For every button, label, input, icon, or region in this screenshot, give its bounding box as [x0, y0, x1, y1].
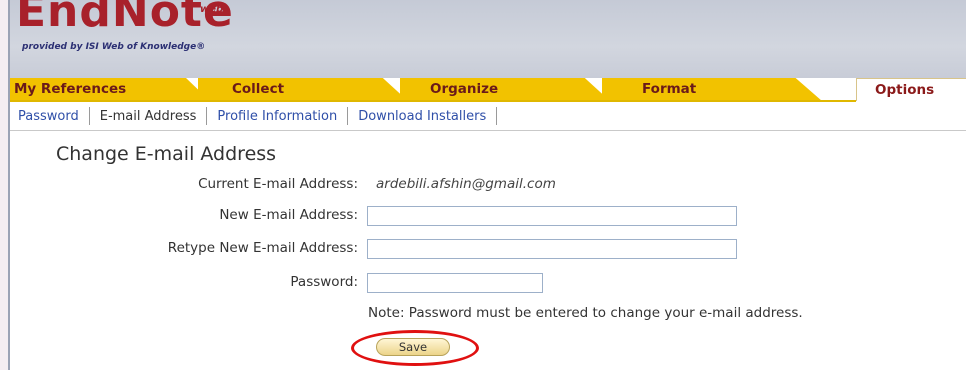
subnav-divider	[206, 107, 208, 125]
header-banner: EndNote web provided by ISI Web of Knowl…	[10, 0, 966, 78]
password-input[interactable]	[367, 273, 543, 293]
subnav-divider	[347, 107, 349, 125]
new-email-label: New E-mail Address:	[219, 207, 358, 223]
new-email-input[interactable]	[367, 206, 737, 226]
options-subnav: Password E-mail Address Profile Informat…	[18, 104, 507, 128]
subnav-email-address[interactable]: E-mail Address	[100, 109, 197, 124]
tab-my-references[interactable]: My References	[10, 78, 210, 101]
logo-tagline: provided by ISI Web of Knowledge®	[22, 42, 206, 52]
subnav-profile-information[interactable]: Profile Information	[217, 109, 337, 124]
tab-collect[interactable]: Collect	[198, 78, 408, 101]
password-label: Password:	[290, 274, 358, 290]
current-email-label: Current E-mail Address:	[198, 176, 358, 192]
logo-superscript: web	[200, 4, 224, 15]
password-note: Note: Password must be entered to change…	[368, 305, 803, 321]
subnav-password[interactable]: Password	[18, 109, 79, 124]
subnav-download-installers[interactable]: Download Installers	[358, 109, 486, 124]
tab-organize[interactable]: Organize	[400, 78, 610, 101]
retype-email-input[interactable]	[367, 239, 737, 259]
retype-email-label: Retype New E-mail Address:	[167, 240, 358, 256]
tab-format[interactable]: Format	[602, 78, 822, 101]
tab-options[interactable]: Options	[856, 78, 966, 101]
app-frame: EndNote web provided by ISI Web of Knowl…	[8, 0, 966, 370]
main-tabs: My References Collect Organize Format Op…	[10, 78, 966, 101]
current-email-value: ardebili.afshin@gmail.com	[376, 176, 556, 192]
page-title: Change E-mail Address	[56, 143, 277, 165]
subnav-divider	[88, 107, 90, 125]
subnav-border	[10, 130, 966, 131]
tab-underline	[10, 100, 856, 102]
subnav-divider	[496, 107, 498, 125]
highlight-circle	[351, 330, 479, 366]
